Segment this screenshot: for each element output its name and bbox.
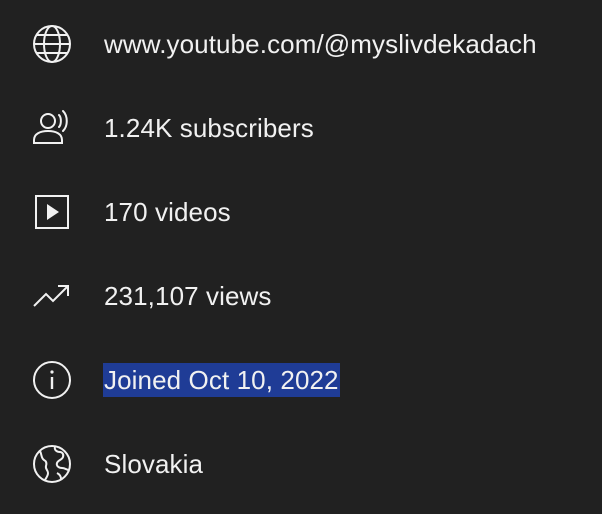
videos-count: 170 videos	[104, 197, 231, 227]
country-row: Slovakia	[0, 422, 602, 506]
trending-icon	[31, 275, 73, 317]
subscribers-row: 1.24K subscribers	[0, 86, 602, 170]
channel-link-text[interactable]: www.youtube.com/@myslivdekadach	[104, 27, 537, 61]
joined-date: Joined Oct 10, 2022	[103, 363, 340, 397]
earth-icon	[31, 443, 73, 485]
channel-link-row[interactable]: www.youtube.com/@myslivdekadach	[0, 2, 602, 86]
country-name: Slovakia	[104, 449, 204, 479]
views-row: 231,107 views	[0, 254, 602, 338]
subscribers-icon	[31, 107, 73, 149]
videos-row: 170 videos	[0, 170, 602, 254]
joined-row: Joined Oct 10, 2022	[0, 338, 602, 422]
play-box-icon	[31, 191, 73, 233]
channel-about-panel: www.youtube.com/@myslivdekadach 1.24K su…	[0, 0, 602, 514]
views-count: 231,107 views	[104, 281, 272, 311]
info-icon	[31, 359, 73, 401]
globe-icon	[31, 23, 73, 65]
subscribers-count: 1.24K subscribers	[104, 113, 314, 143]
